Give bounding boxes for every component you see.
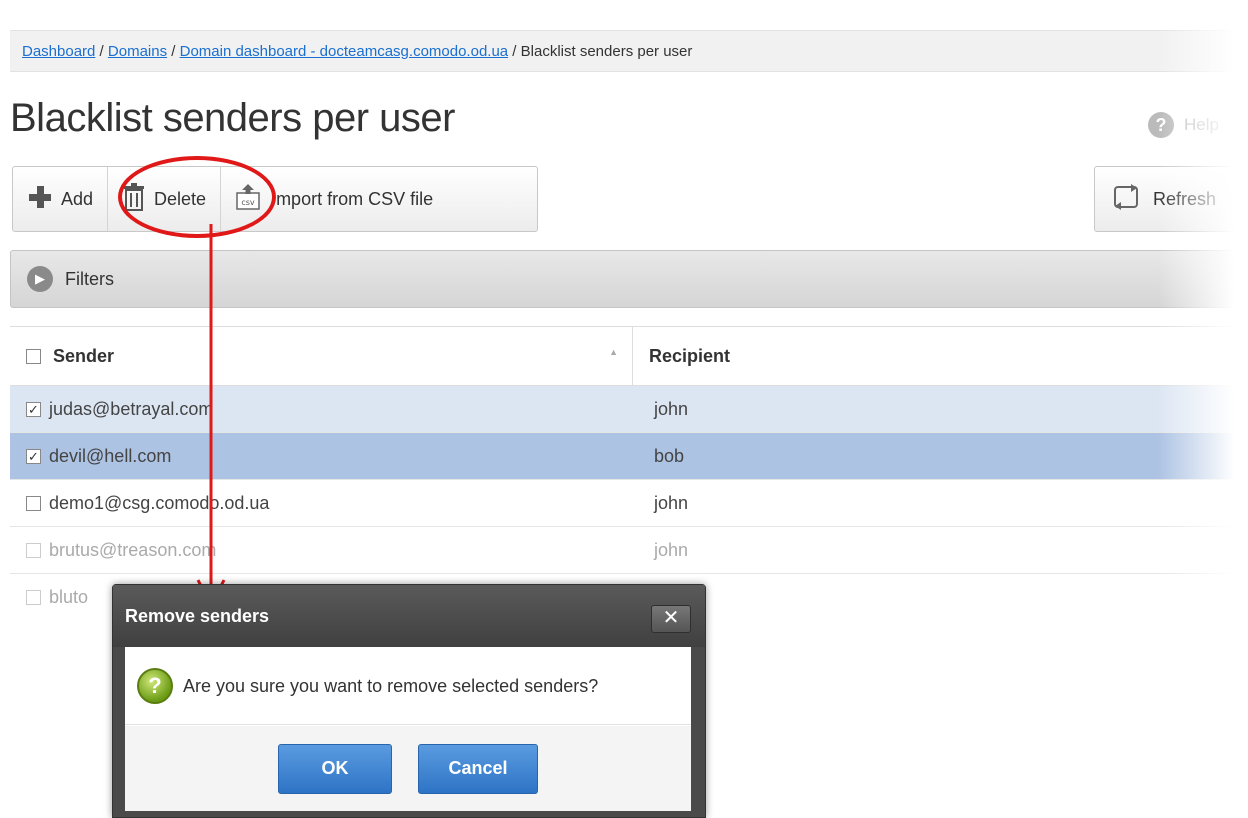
ok-button[interactable]: OK [278,743,392,794]
close-icon[interactable]: ✕ [651,605,691,633]
remove-senders-dialog: Remove senders ✕ ? Are you sure you want… [112,584,706,818]
dialog-body: ? Are you sure you want to remove select… [125,647,691,811]
dialog-title: Remove senders [113,585,705,647]
dialog-message-text: Are you sure you want to remove selected… [183,675,599,696]
dialog-actions: OK Cancel [125,726,691,811]
dialog-message: ? Are you sure you want to remove select… [125,647,691,725]
question-icon: ? [137,667,173,704]
cancel-button[interactable]: Cancel [418,743,538,794]
